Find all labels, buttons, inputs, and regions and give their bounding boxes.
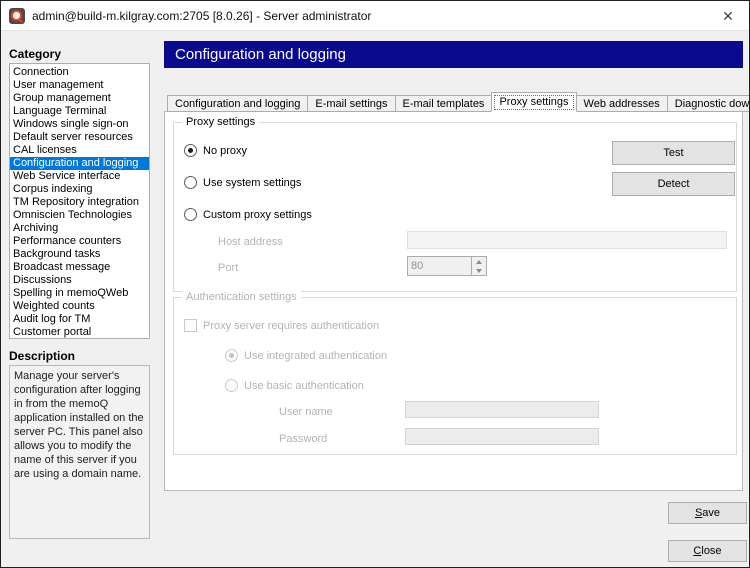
no-proxy-radio[interactable] [184,144,197,157]
header-band: Configuration and logging [164,41,743,68]
category-item[interactable]: Archiving [10,222,149,235]
stepper-up-icon [472,257,486,266]
close-icon[interactable]: ✕ [720,8,736,24]
close-button[interactable]: Close [668,540,747,562]
tab-web-addresses[interactable]: Web addresses [577,95,668,112]
basic-auth-radio [225,379,238,392]
integrated-auth-radio-row: Use integrated authentication [225,348,387,363]
custom-proxy-radio[interactable] [184,208,197,221]
test-button[interactable]: Test [612,141,735,165]
description-label: Description [9,349,75,363]
category-item[interactable]: Corpus indexing [10,183,149,196]
save-button[interactable]: Save [668,502,747,524]
host-address-field [407,231,727,249]
category-item[interactable]: User management [10,79,149,92]
auth-group-label: Authentication settings [182,291,301,304]
category-item[interactable]: Performance counters [10,235,149,248]
system-settings-label: Use system settings [203,177,301,189]
proxy-settings-page: Proxy settings No proxy Use system setti… [164,111,743,491]
detect-button[interactable]: Detect [612,172,735,196]
tab-email-templates[interactable]: E-mail templates [396,95,493,112]
category-item[interactable]: Group management [10,92,149,105]
no-proxy-radio-row[interactable]: No proxy [184,143,247,158]
integrated-auth-label: Use integrated authentication [244,350,387,362]
proxy-settings-group: Proxy settings No proxy Use system setti… [173,122,737,292]
user-name-field [405,401,599,418]
category-item[interactable]: Background tasks [10,248,149,261]
user-name-label: User name [279,404,333,419]
no-proxy-label: No proxy [203,145,247,157]
window-title: admin@build-m.kilgray.com:2705 [8.0.26] … [32,1,371,31]
category-item[interactable]: TM Repository integration [10,196,149,209]
server-administrator-window: admin@build-m.kilgray.com:2705 [8.0.26] … [0,0,750,568]
category-item[interactable]: Windows single sign-on [10,118,149,131]
category-item[interactable]: Language Terminal [10,105,149,118]
tab-diagnostic-downloads[interactable]: Diagnostic downloads [668,95,750,112]
proxy-group-label: Proxy settings [182,116,259,129]
memoq-app-icon [9,8,25,24]
category-item[interactable]: Weighted counts [10,300,149,313]
tab-configuration-and-logging[interactable]: Configuration and logging [167,95,308,112]
custom-proxy-radio-row[interactable]: Custom proxy settings [184,207,312,222]
authentication-settings-group: Authentication settings Proxy server req… [173,297,737,455]
port-label: Port [218,260,238,275]
category-listbox[interactable]: ConnectionUser managementGroup managemen… [9,63,150,339]
description-text: Manage your server's configuration after… [9,365,150,539]
category-item[interactable]: Default server resources [10,131,149,144]
basic-auth-label: Use basic authentication [244,380,364,392]
requires-auth-checkbox-row: Proxy server requires authentication [184,318,379,333]
page-title: Configuration and logging [175,46,346,63]
host-address-label: Host address [218,234,283,249]
category-item[interactable]: Discussions [10,274,149,287]
category-item[interactable]: Broadcast message [10,261,149,274]
password-field [405,428,599,445]
port-stepper: 80 [407,256,487,276]
requires-auth-label: Proxy server requires authentication [203,320,379,332]
category-item[interactable]: Configuration and logging [10,157,149,170]
tab-proxy-settings[interactable]: Proxy settings [491,92,576,112]
category-item[interactable]: Connection [10,66,149,79]
category-item[interactable]: Omniscien Technologies [10,209,149,222]
integrated-auth-radio [225,349,238,362]
password-label: Password [279,431,327,446]
category-item[interactable]: Web Service interface [10,170,149,183]
titlebar: admin@build-m.kilgray.com:2705 [8.0.26] … [1,1,749,31]
requires-auth-checkbox [184,319,197,332]
custom-proxy-label: Custom proxy settings [203,209,312,221]
category-item[interactable]: Spelling in memoQWeb [10,287,149,300]
category-label: Category [9,47,61,61]
category-item[interactable]: CAL licenses [10,144,149,157]
system-settings-radio-row[interactable]: Use system settings [184,175,301,190]
basic-auth-radio-row: Use basic authentication [225,378,364,393]
system-settings-radio[interactable] [184,176,197,189]
category-item[interactable]: Customer portal [10,326,149,339]
tab-strip: Configuration and logging E-mail setting… [164,92,750,112]
category-item[interactable]: Audit log for TM [10,313,149,326]
port-value: 80 [408,257,471,275]
stepper-down-icon [472,266,486,275]
port-stepper-arrows [471,257,486,275]
tab-email-settings[interactable]: E-mail settings [308,95,395,112]
